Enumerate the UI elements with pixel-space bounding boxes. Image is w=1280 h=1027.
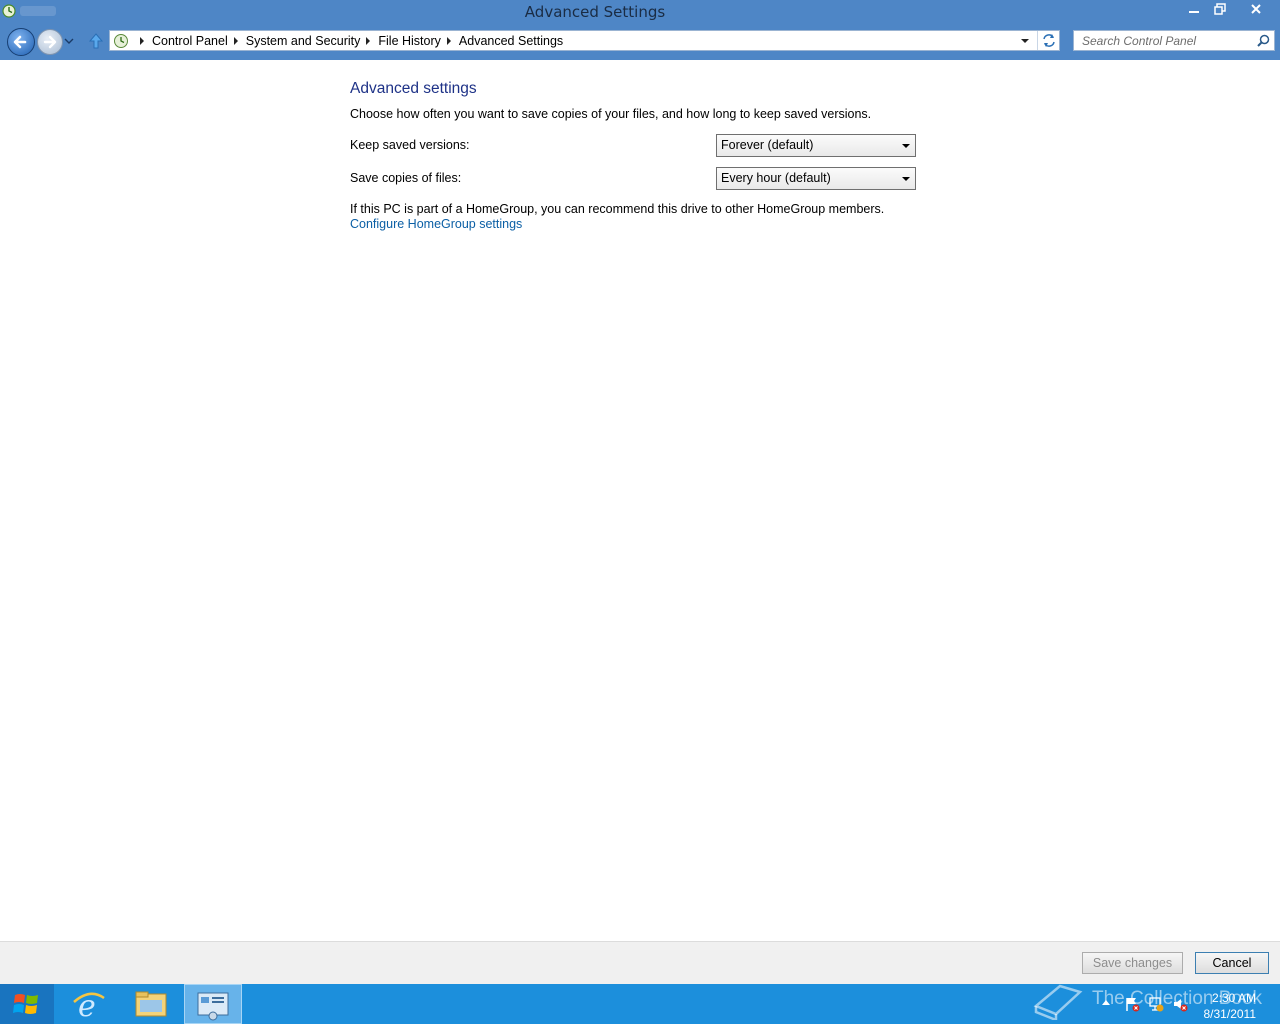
page-title: Advanced settings [350, 80, 477, 97]
restore-button[interactable] [1207, 0, 1233, 19]
taskbar: e [0, 984, 1280, 1024]
page-description: Choose how often you want to save copies… [350, 107, 872, 121]
restore-icon [1214, 3, 1226, 15]
save-copies-dropdown[interactable]: Every hour (default) [716, 167, 916, 190]
action-center-flag-icon[interactable] [1124, 996, 1140, 1012]
breadcrumb-separator-icon[interactable] [366, 36, 371, 45]
window-title: Advanced Settings [524, 3, 666, 21]
up-arrow-icon[interactable] [88, 32, 104, 50]
breadcrumb-control-panel[interactable]: Control Panel [152, 34, 228, 48]
start-button[interactable] [0, 984, 54, 1024]
back-arrow-icon [13, 35, 27, 49]
dropdown-arrow-icon [902, 144, 910, 148]
breadcrumb-separator-icon[interactable] [140, 36, 144, 45]
minimize-icon [1189, 11, 1199, 13]
system-clock[interactable]: 2:30 AM 8/31/2011 [1204, 990, 1257, 1022]
keep-saved-versions-value: Forever (default) [721, 138, 814, 152]
save-copies-value: Every hour (default) [721, 171, 831, 185]
breadcrumb-separator-icon[interactable] [233, 36, 238, 45]
button-bar: Save changes Cancel [0, 941, 1280, 984]
address-dropdown-icon[interactable] [1018, 31, 1032, 50]
taskbar-file-explorer[interactable] [122, 984, 180, 1024]
title-bar: Advanced Settings Control Panel System a… [0, 0, 1280, 60]
close-button[interactable] [1234, 0, 1278, 19]
search-input[interactable] [1074, 31, 1260, 50]
breadcrumb: Control Panel System and Security File H… [134, 31, 563, 50]
taskbar-control-panel[interactable] [184, 984, 242, 1024]
volume-muted-icon[interactable] [1172, 996, 1188, 1012]
close-icon [1251, 4, 1261, 14]
clock-time: 2:30 AM [1211, 991, 1256, 1005]
keep-saved-versions-dropdown[interactable]: Forever (default) [716, 134, 916, 157]
cancel-button[interactable]: Cancel [1195, 952, 1269, 974]
back-button[interactable] [7, 28, 35, 56]
configure-homegroup-link[interactable]: Configure HomeGroup settings [350, 217, 522, 231]
breadcrumb-advanced-settings[interactable]: Advanced Settings [459, 34, 563, 48]
recent-locations-chevron-icon[interactable] [64, 37, 74, 45]
keep-saved-versions-label: Keep saved versions: [350, 138, 470, 152]
breadcrumb-separator-icon[interactable] [446, 36, 451, 45]
search-box[interactable] [1073, 30, 1275, 51]
breadcrumb-file-history[interactable]: File History [378, 34, 441, 48]
file-explorer-icon [135, 991, 167, 1017]
homegroup-info-text: If this PC is part of a HomeGroup, you c… [350, 202, 885, 216]
dropdown-arrow-icon [902, 177, 910, 181]
save-changes-button[interactable]: Save changes [1082, 952, 1183, 974]
network-icon[interactable] [1148, 996, 1164, 1012]
windows-logo-icon [13, 994, 38, 1014]
search-icon[interactable] [1257, 34, 1270, 47]
control-panel-icon [114, 34, 128, 48]
breadcrumb-system-and-security[interactable]: System and Security [246, 34, 361, 48]
save-copies-label: Save copies of files: [350, 171, 462, 185]
internet-explorer-icon: e [73, 989, 105, 1024]
control-panel-icon [197, 992, 229, 1021]
taskbar-internet-explorer[interactable]: e [60, 984, 118, 1024]
minimize-button[interactable] [1181, 0, 1207, 19]
show-hidden-icons-arrow[interactable] [1102, 1000, 1110, 1005]
forward-arrow-icon [43, 35, 57, 49]
refresh-icon[interactable] [1037, 31, 1060, 50]
address-bar[interactable]: Control Panel System and Security File H… [109, 30, 1060, 51]
forward-button[interactable] [37, 29, 63, 55]
clock-date: 8/31/2011 [1203, 1007, 1257, 1021]
